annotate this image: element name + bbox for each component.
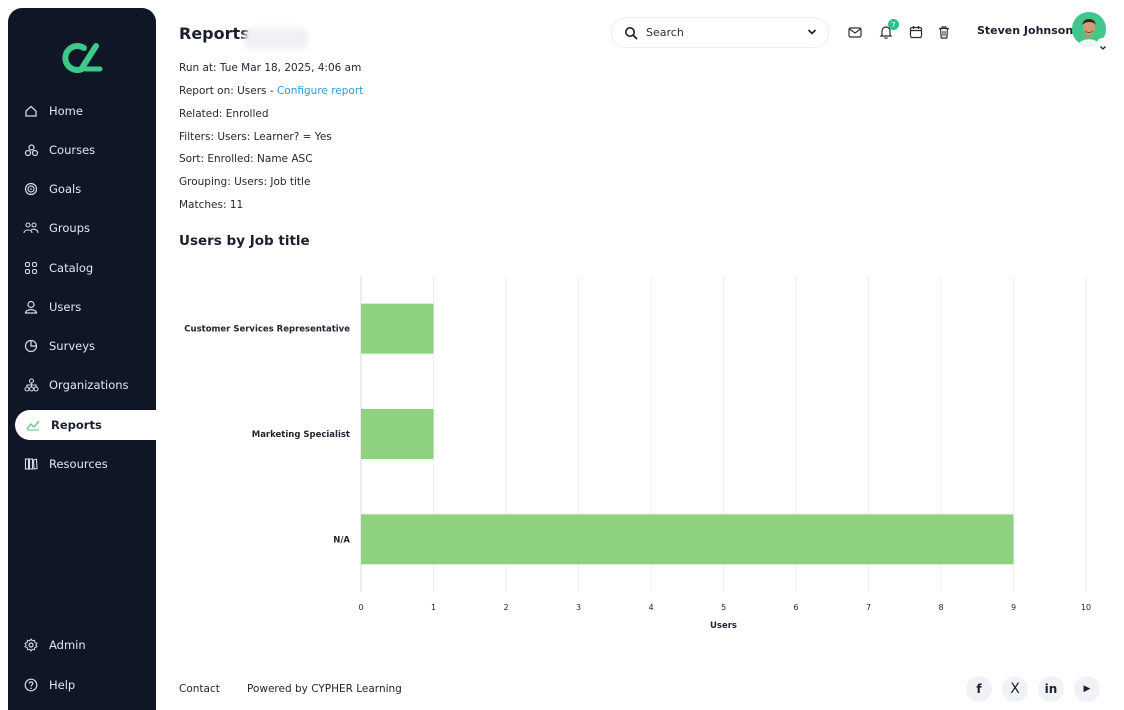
groups-icon (23, 220, 39, 236)
report-sort: Sort: Enrolled: Name ASC (179, 153, 313, 165)
sidebar-item-label: Reports (51, 418, 102, 432)
report-on-label: Report on: Users - (179, 85, 277, 97)
x-tick-label: 1 (431, 603, 436, 612)
sidebar-item-help[interactable]: Help (8, 670, 156, 700)
powered-by-text: Powered by CYPHER Learning (247, 683, 402, 695)
report-related: Related: Enrolled (179, 108, 269, 120)
sidebar-item-organizations[interactable]: Organizations (8, 370, 156, 400)
sidebar-item-label: Goals (49, 182, 82, 196)
users-by-job-title-chart: 0 1 2 3 4 5 6 7 8 9 10 Customer Services Representa… (184, 276, 1091, 631)
x-tick-label: 8 (938, 603, 943, 612)
search-box[interactable] (612, 18, 828, 47)
gear-icon (23, 637, 39, 653)
user-icon (23, 299, 39, 315)
sidebar-item-label: Surveys (49, 339, 95, 353)
sidebar-item-reports[interactable]: Reports (15, 410, 156, 440)
cypher-logo-icon[interactable] (60, 38, 104, 78)
x-tick-label: 2 (503, 603, 508, 612)
sidebar-item-label: Organizations (49, 378, 129, 392)
x-tick-label: 0 (358, 603, 363, 612)
bar (361, 514, 1014, 565)
y-category-label: N/A (333, 535, 350, 545)
x-icon[interactable]: X (1002, 676, 1028, 702)
calendar-icon[interactable] (908, 24, 924, 40)
y-category-label: Marketing Specialist (252, 430, 350, 440)
app-root: Home Courses Goals Groups Catalog Users (0, 0, 1124, 710)
report-on: Report on: Users - Configure report (179, 85, 363, 97)
bar (361, 409, 434, 459)
sidebar-item-label: Resources (49, 457, 108, 471)
y-category-label: Customer Services Representative (184, 325, 350, 335)
chart-heading: Users by Job title (179, 233, 310, 249)
sidebar-item-groups[interactable]: Groups (8, 213, 156, 243)
facebook-icon[interactable]: f (966, 676, 992, 702)
goals-icon (23, 181, 39, 197)
sidebar-item-goals[interactable]: Goals (8, 174, 156, 204)
sidebar-item-label: Home (49, 104, 83, 118)
sidebar-item-surveys[interactable]: Surveys (8, 331, 156, 361)
organizations-icon (23, 377, 39, 393)
report-filters: Filters: Users: Learner? = Yes (179, 131, 332, 143)
surveys-icon (23, 338, 39, 354)
sidebar-item-courses[interactable]: Courses (8, 135, 156, 165)
sidebar-item-catalog[interactable]: Catalog (8, 253, 156, 283)
x-tick-label: 7 (866, 603, 871, 612)
contact-link[interactable]: Contact (179, 683, 220, 695)
resources-icon (23, 456, 39, 472)
x-tick-label: 9 (1011, 603, 1016, 612)
trash-icon[interactable] (936, 24, 952, 40)
sidebar-item-label: Catalog (49, 261, 94, 275)
x-tick-label: 4 (648, 603, 653, 612)
x-tick-label: 6 (793, 603, 798, 612)
notification-badge: 7 (888, 19, 899, 30)
help-icon (23, 677, 39, 693)
x-tick-label: 10 (1081, 603, 1091, 612)
sidebar-item-resources[interactable]: Resources (8, 449, 156, 479)
mail-icon[interactable] (847, 24, 863, 40)
linkedin-icon[interactable]: in (1038, 676, 1064, 702)
sidebar-item-label: Groups (49, 221, 91, 235)
configure-report-link[interactable]: Configure report (277, 85, 363, 97)
user-menu-toggle[interactable] (1097, 38, 1109, 50)
x-tick-label: 5 (721, 603, 726, 612)
home-icon (23, 103, 39, 119)
sidebar-item-home[interactable]: Home (8, 96, 156, 126)
report-matches: Matches: 11 (179, 199, 244, 211)
report-run-at: Run at: Tue Mar 18, 2025, 4:06 am (179, 62, 362, 74)
courses-icon (23, 142, 39, 158)
sidebar-item-label: Courses (49, 143, 96, 157)
x-tick-label: 3 (576, 603, 581, 612)
page-title: Reports (179, 24, 250, 43)
sidebar-item-admin[interactable]: Admin (8, 630, 156, 660)
reports-icon (25, 417, 41, 433)
bar (361, 303, 434, 354)
sidebar-item-label: Users (49, 300, 82, 314)
search-icon (625, 26, 638, 39)
search-input[interactable] (646, 26, 796, 39)
youtube-icon[interactable]: ▶ (1074, 676, 1100, 702)
sidebar-item-label: Help (49, 678, 76, 692)
catalog-icon (23, 260, 39, 276)
sidebar-item-label: Admin (49, 638, 86, 652)
sidebar-item-users[interactable]: Users (8, 292, 156, 322)
chevron-down-icon[interactable] (806, 26, 818, 38)
report-grouping: Grouping: Users: Job title (179, 176, 311, 188)
user-name[interactable]: Steven Johnson (977, 24, 1073, 37)
x-axis-label: Users (710, 621, 737, 631)
blurred-subtitle (244, 28, 308, 50)
chevron-down-icon (1100, 46, 1106, 50)
